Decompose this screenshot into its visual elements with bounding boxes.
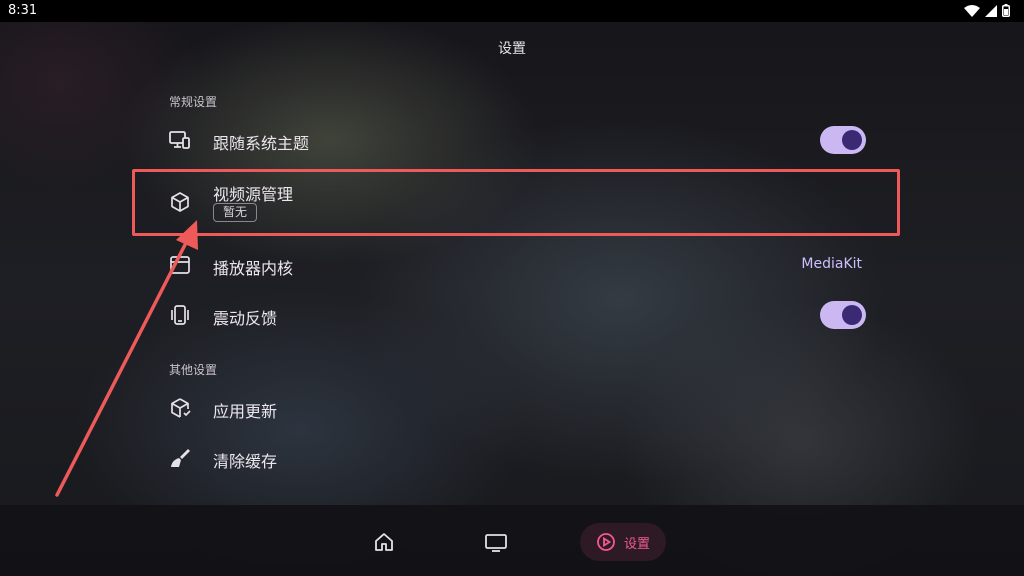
bottom-nav: 设置 <box>0 505 1024 576</box>
settings-screen: 8:31 设置 常规设置 跟随系统主题 视频源管理 暂无 播放器内核 Media… <box>0 0 1024 576</box>
nav-home[interactable] <box>364 523 404 561</box>
home-icon <box>373 531 395 553</box>
nav-settings[interactable]: 设置 <box>580 523 666 561</box>
tv-icon <box>484 531 508 553</box>
annotation-arrow <box>55 220 198 497</box>
nav-settings-label: 设置 <box>623 536 650 552</box>
nav-tv[interactable] <box>476 523 516 561</box>
settings-icon <box>596 532 616 552</box>
